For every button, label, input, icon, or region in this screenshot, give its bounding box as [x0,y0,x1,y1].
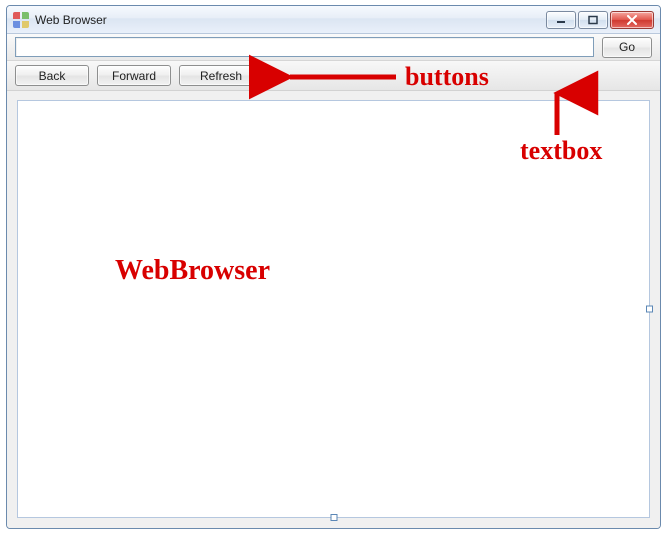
minimize-icon [555,15,567,25]
nav-toolbar: Back Forward Refresh [7,61,660,91]
back-button[interactable]: Back [15,65,89,86]
url-textbox[interactable] [15,37,594,57]
forward-button[interactable]: Forward [97,65,171,86]
refresh-button[interactable]: Refresh [179,65,263,86]
resize-grip-east[interactable] [646,306,653,313]
app-window: Web Browser [6,5,661,529]
address-bar: Go [7,34,660,61]
maximize-button[interactable] [578,11,608,29]
go-button[interactable]: Go [602,37,652,58]
window-buttons [546,11,654,29]
client-area: Go Back Forward Refresh [7,34,660,528]
resize-grip-south[interactable] [330,514,337,521]
minimize-button[interactable] [546,11,576,29]
title-bar: Web Browser [7,6,660,34]
maximize-icon [587,15,599,25]
close-button[interactable] [610,11,654,29]
app-icon [13,12,29,28]
webbrowser-control[interactable] [17,100,650,518]
close-icon [625,15,639,25]
window-title: Web Browser [35,13,107,27]
